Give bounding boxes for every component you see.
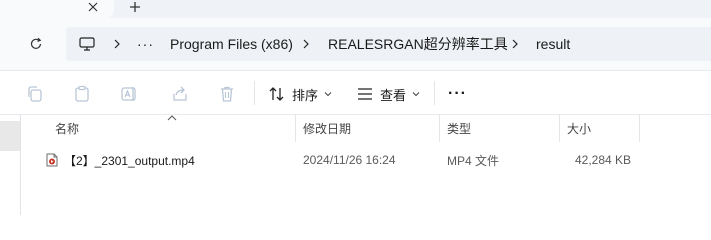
sort-ascending-icon: [167, 115, 177, 121]
copy-button[interactable]: [24, 83, 46, 105]
file-row[interactable]: 【2】_2301_output.mp4 2024/11/26 16:24 MP4…: [22, 146, 711, 174]
column-header-size[interactable]: 大小: [567, 115, 591, 142]
close-tab-button[interactable]: [84, 0, 102, 14]
paste-button[interactable]: [71, 83, 93, 105]
column-divider[interactable]: [559, 115, 560, 142]
command-bar: 排序 查看 ···: [0, 70, 711, 115]
chevron-right-icon: [512, 39, 518, 49]
chevron-right-icon: [303, 39, 309, 49]
view-menu-button[interactable]: 查看: [356, 81, 420, 107]
paste-icon: [75, 85, 89, 102]
address-row: ··· Program Files (x86) REALESRGAN超分辨率工具…: [0, 18, 711, 70]
close-icon: [88, 2, 98, 12]
column-divider[interactable]: [639, 115, 640, 142]
breadcrumb-segment[interactable]: REALESRGAN超分辨率工具: [328, 27, 508, 61]
share-button[interactable]: [169, 83, 191, 105]
computer-icon: [79, 37, 95, 51]
navigation-pane[interactable]: [0, 115, 21, 215]
column-header-modified[interactable]: 修改日期: [303, 115, 351, 142]
breadcrumb-separator[interactable]: [302, 27, 310, 61]
chevron-down-icon: [324, 92, 332, 97]
list-view-icon: [358, 88, 372, 100]
sort-menu-button[interactable]: 排序: [268, 81, 332, 107]
file-modified: 2024/11/26 16:24: [303, 153, 396, 167]
file-name[interactable]: 【2】_2301_output.mp4: [64, 146, 195, 174]
rename-button[interactable]: [118, 83, 140, 105]
breadcrumb-separator[interactable]: [113, 27, 121, 61]
share-icon: [173, 86, 187, 101]
breadcrumb-overflow[interactable]: ···: [137, 27, 154, 61]
active-tab[interactable]: [0, 0, 114, 18]
file-size: 42,284 KB: [575, 153, 632, 167]
refresh-button[interactable]: [24, 32, 48, 56]
chevron-right-icon: [114, 39, 120, 49]
breadcrumb[interactable]: ··· Program Files (x86) REALESRGAN超分辨率工具…: [66, 27, 711, 61]
view-label: 查看: [380, 87, 407, 103]
more-options-button[interactable]: ···: [448, 81, 467, 107]
plus-icon: [130, 2, 140, 12]
new-tab-button[interactable]: [125, 0, 145, 15]
sort-label: 排序: [292, 87, 319, 103]
copy-icon: [28, 86, 42, 102]
breadcrumb-segment[interactable]: Program Files (x86): [170, 27, 293, 61]
column-header-type[interactable]: 类型: [447, 115, 471, 142]
delete-button[interactable]: [216, 83, 238, 105]
toolbar-divider: [254, 81, 255, 105]
nav-item-selected[interactable]: [0, 121, 20, 151]
refresh-icon: [30, 37, 42, 49]
video-file-icon: [46, 146, 58, 174]
column-header-row: 名称 修改日期 类型 大小: [22, 115, 711, 142]
column-divider[interactable]: [439, 115, 440, 142]
rename-icon: [121, 87, 136, 101]
breadcrumb-computer[interactable]: [79, 27, 95, 61]
toolbar-divider: [434, 81, 435, 105]
trash-icon: [221, 86, 233, 102]
chevron-down-icon: [412, 92, 420, 97]
column-header-name[interactable]: 名称: [55, 115, 79, 142]
tab-strip: [0, 0, 711, 18]
sort-icon: [269, 87, 284, 101]
breadcrumb-segment[interactable]: result: [536, 27, 570, 61]
breadcrumb-separator[interactable]: [511, 27, 519, 61]
column-divider[interactable]: [295, 115, 296, 142]
file-type: MP4 文件: [447, 153, 500, 168]
